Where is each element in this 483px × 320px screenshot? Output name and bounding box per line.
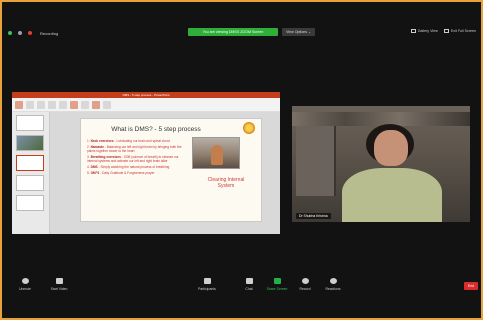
exit-fullscreen-label: Exit Full Screen: [450, 29, 476, 33]
slide-thumbnail-selected: [16, 155, 44, 171]
step-text: - Daily Gratitude & Forgiveness prayer: [99, 170, 155, 175]
step-number: 5.: [87, 170, 90, 175]
unmute-button[interactable]: Unmute: [12, 278, 38, 291]
slide-thumbnail: [16, 175, 44, 191]
ribbon-paste-icon: [15, 100, 23, 109]
slide-title: What is DMS? - 5 step process: [111, 126, 201, 133]
slide-logo-icon: [243, 122, 255, 134]
gallery-view-label: Gallery View: [417, 29, 438, 33]
video-camera-icon: [55, 278, 63, 284]
view-options-label: View Options: [286, 30, 308, 34]
share-screen-button[interactable]: Share Screen: [264, 278, 290, 291]
slide-thumbnails: [12, 112, 50, 234]
ribbon-quick-styles-icon: [92, 100, 100, 109]
step-number: 4.: [87, 164, 90, 169]
microphone-icon: [21, 278, 29, 284]
reactions-icon: [329, 278, 337, 284]
share-screen-label: Share Screen: [266, 287, 288, 291]
slide-thumbnail: [16, 195, 44, 211]
ribbon-font-icon: [48, 100, 56, 109]
share-banner: You are viewing DMSS ZOOM Screen: [188, 28, 278, 36]
video-shelf: [292, 112, 470, 126]
unmute-label: Unmute: [19, 287, 31, 291]
ribbon-shapes-icon: [70, 100, 78, 109]
ppt-body: What is DMS? - 5 step process 1. Neck ex…: [12, 112, 280, 234]
step-list: 1. Neck exercises - Lubricating our brai…: [87, 139, 189, 176]
step-item: 2. Namaste - Balancing our left and righ…: [87, 145, 189, 153]
video-door: [296, 126, 336, 196]
participant-video[interactable]: Dr Shubha Krishna: [292, 106, 470, 222]
participant-face: [374, 130, 408, 166]
ribbon-find-icon: [103, 100, 111, 109]
ribbon-paragraph-icon: [59, 100, 67, 109]
end-meeting-button[interactable]: End: [464, 282, 478, 290]
step-item: 3. Breathing exercises - SOB (science of…: [87, 155, 189, 163]
slide-thumbnail: [16, 135, 44, 151]
info-icon[interactable]: [18, 31, 22, 35]
record-label: Record: [299, 287, 311, 291]
security-icon[interactable]: [8, 31, 12, 35]
participants-button[interactable]: Participants: [194, 278, 220, 291]
recording-icon: [28, 31, 32, 35]
chat-icon: [245, 278, 253, 284]
ribbon-layout-icon: [37, 100, 45, 109]
slide-thumbnail: [16, 115, 44, 131]
exit-fullscreen-button[interactable]: Exit Full Screen: [443, 29, 476, 33]
step-heading: Neck exercises: [90, 139, 114, 143]
gallery-view-icon: [410, 29, 416, 33]
ribbon-new-slide-icon: [26, 100, 34, 109]
slide-photo: [192, 137, 240, 169]
start-video-button[interactable]: Start Video: [46, 278, 72, 291]
meeting-toolbar: Unmute Start Video Participants Chat Sha…: [8, 278, 478, 300]
step-item: 4. DMS - Simply watching the natural pro…: [87, 165, 189, 169]
top-bar: Recording You are viewing DMSS ZOOM Scre…: [8, 26, 478, 40]
recording-label: Recording: [40, 30, 59, 36]
step-item: 5. OM^2 - Daily Gratitude & Forgiveness …: [87, 171, 189, 175]
view-options-button[interactable]: View Options ⌄: [282, 28, 316, 36]
step-text: - Simply watching the natural process of…: [97, 164, 170, 169]
start-video-label: Start Video: [50, 287, 68, 291]
record-button[interactable]: Record: [292, 278, 318, 291]
exit-fullscreen-icon: [443, 29, 449, 33]
share-screen-icon: [273, 278, 281, 284]
top-right-controls: Gallery View Exit Full Screen: [410, 29, 476, 33]
current-slide: What is DMS? - 5 step process 1. Neck ex…: [80, 118, 262, 222]
chat-button[interactable]: Chat: [236, 278, 262, 291]
step-item: 1. Neck exercises - Lubricating our brai…: [87, 139, 189, 143]
participant-name-tag: Dr Shubha Krishna: [296, 213, 331, 219]
participant-body: [342, 168, 442, 222]
step-heading: DMS: [90, 164, 98, 169]
step-number: 1.: [87, 139, 90, 143]
participants-icon: [203, 278, 211, 284]
chat-label: Chat: [245, 287, 253, 291]
record-icon: [301, 278, 309, 284]
reactions-button[interactable]: Reactions: [320, 278, 346, 291]
reactions-label: Reactions: [325, 287, 341, 291]
ppt-ribbon: [12, 98, 280, 112]
step-text: - Lubricating our brain and spinal chord: [113, 139, 170, 143]
slide-caption: Clearing Internal System: [207, 177, 245, 189]
zoom-window: Recording You are viewing DMSS ZOOM Scre…: [0, 0, 483, 320]
slide-canvas: What is DMS? - 5 step process 1. Neck ex…: [50, 112, 280, 234]
gallery-view-button[interactable]: Gallery View: [410, 29, 438, 33]
ribbon-arrange-icon: [81, 100, 89, 109]
shared-screen-powerpoint: DMS - 5 step process - PowerPoint What i…: [12, 92, 280, 234]
participants-label: Participants: [198, 287, 216, 291]
meditating-figure: [211, 145, 223, 165]
